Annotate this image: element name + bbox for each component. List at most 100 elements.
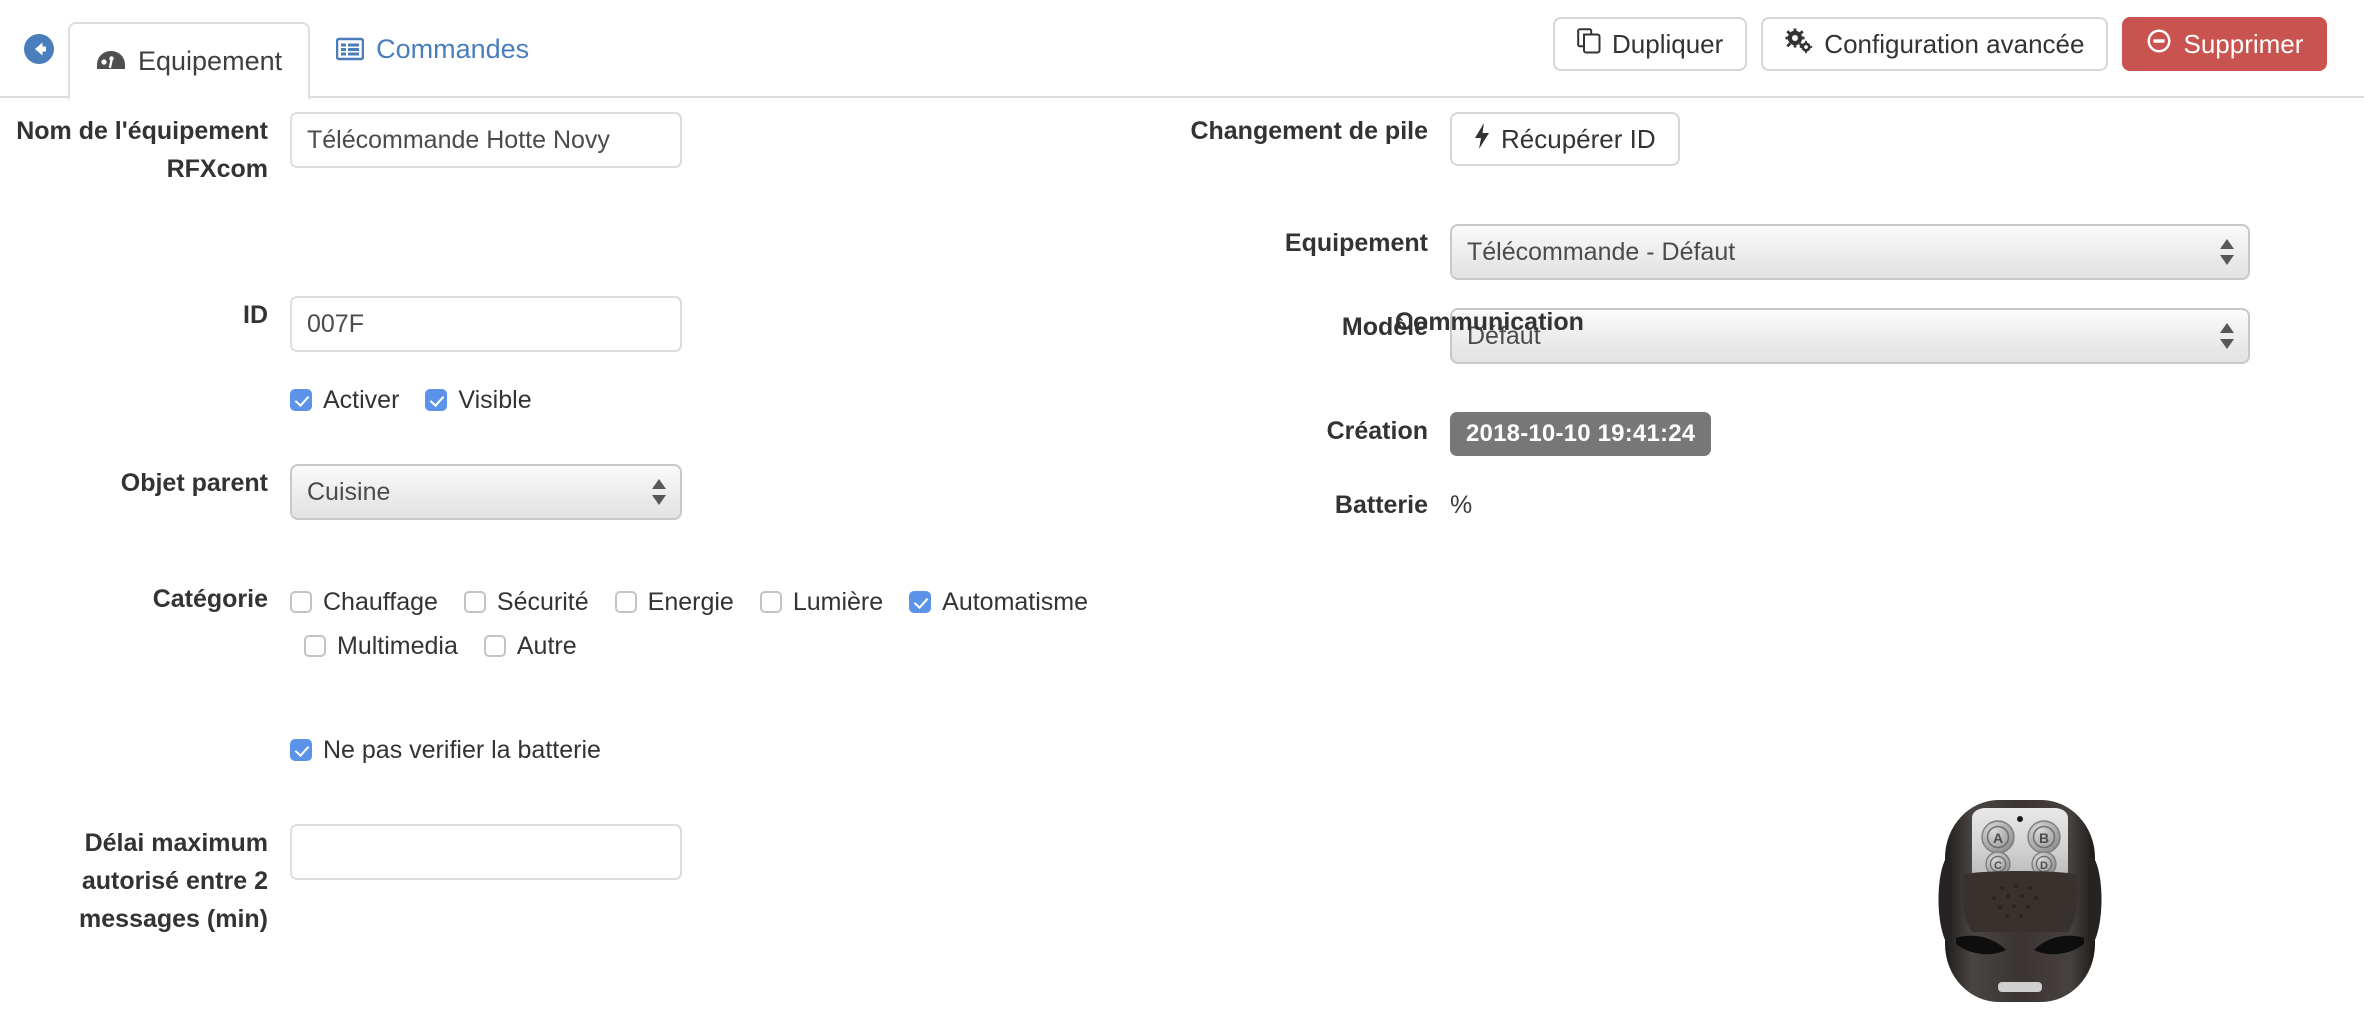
communication-label: Communication — [1395, 308, 1584, 336]
field-row-delay: Délai maximum autorisé entre 2 messages … — [0, 824, 1182, 938]
svg-text:B: B — [2039, 830, 2049, 846]
tab-commandes[interactable]: Commandes — [310, 0, 555, 98]
minus-circle-icon — [2146, 28, 2172, 61]
tab-equipement[interactable]: Equipement — [68, 22, 311, 100]
equipment-select[interactable]: Télécommande - Défaut — [1450, 224, 2250, 280]
category-label: Catégorie — [152, 585, 268, 613]
recover-id-button-label: Récupérer ID — [1501, 123, 1656, 154]
battery-value: % — [1450, 491, 1473, 519]
parent-label: Objet parent — [120, 469, 268, 497]
parent-select-value: Cuisine — [307, 477, 391, 506]
delete-button-label: Supprimer — [2183, 28, 2304, 59]
field-row-toggles: Activer Visible — [0, 378, 1182, 422]
chevron-updown-icon — [2219, 323, 2235, 349]
creation-date-badge: 2018-10-10 19:41:24 — [1450, 412, 1712, 456]
nobattery-checkbox[interactable] — [290, 739, 312, 761]
tab-bar: Equipement Commandes Dupliquer Configura… — [0, 0, 2364, 100]
tab-list: Equipement Commandes — [68, 0, 555, 100]
nobattery-checkbox-item[interactable]: Ne pas verifier la batterie — [290, 728, 601, 772]
equipment-select-value: Télécommande - Défaut — [1467, 237, 1736, 266]
field-row-id: ID — [0, 296, 1182, 352]
category-checkbox-automatisme[interactable] — [909, 591, 932, 613]
delete-button[interactable]: Supprimer — [2122, 17, 2328, 71]
advanced-config-button-label: Configuration avancée — [1824, 28, 2085, 59]
delay-input[interactable] — [290, 824, 682, 880]
activer-checkbox-item[interactable]: Activer — [290, 378, 399, 422]
cogs-icon — [1785, 28, 1813, 61]
activer-label: Activer — [323, 386, 400, 414]
field-row-nobattery: Ne pas verifier la batterie — [0, 728, 1182, 772]
tab-commandes-label: Commandes — [376, 33, 530, 64]
field-row-name: Nom de l'équipement RFXcom — [0, 112, 1182, 188]
name-label: Nom de l'équipement RFXcom — [16, 117, 268, 183]
category-checkbox-energie[interactable] — [614, 591, 637, 613]
category-checkbox-autre[interactable] — [483, 635, 506, 657]
field-row-equipment: Equipement Télécommande - Défaut — [1182, 224, 2364, 280]
field-row-battery: Batterie % — [1182, 486, 2364, 524]
duplicate-button[interactable]: Dupliquer — [1553, 17, 1748, 71]
category-label-automatisme: Automatisme — [942, 588, 1089, 616]
remote-control-keyfob-image: A B C D — [1930, 796, 2110, 1006]
category-label-energie: Energie — [647, 588, 734, 616]
nobattery-label-spacer — [0, 728, 290, 766]
equipment-form: Nom de l'équipement RFXcom ID Activer Vi… — [0, 98, 2364, 1002]
back-button[interactable] — [22, 32, 56, 66]
category-checkbox-multimedia[interactable] — [304, 635, 326, 657]
visible-label: Visible — [458, 386, 532, 414]
category-item-chauffage[interactable]: Chauffage — [290, 580, 438, 624]
field-row-parent: Objet parent Cuisine — [0, 464, 1182, 520]
creation-label: Création — [1326, 417, 1428, 445]
category-checkbox-chauffage[interactable] — [290, 591, 312, 613]
category-item-automatisme[interactable]: Automatisme — [909, 580, 1088, 624]
category-checkbox-securite[interactable] — [463, 591, 486, 613]
category-item-lumiere[interactable]: Lumière — [759, 580, 884, 624]
nobattery-label: Ne pas verifier la batterie — [323, 736, 601, 764]
chevron-updown-icon — [651, 479, 667, 505]
toggles-group: Activer Visible — [290, 378, 1182, 422]
svg-text:C: C — [1994, 860, 2002, 872]
field-row-category: Catégorie Chauffage Sécurité Energie Lum… — [0, 580, 1182, 668]
bolt-icon — [1474, 122, 1490, 156]
parent-select[interactable]: Cuisine — [290, 464, 682, 520]
svg-text:D: D — [2040, 860, 2048, 872]
category-item-energie[interactable]: Energie — [614, 580, 734, 624]
id-input[interactable] — [290, 296, 682, 352]
duplicate-button-label: Dupliquer — [1612, 28, 1724, 59]
category-group: Chauffage Sécurité Energie Lumière Autom… — [290, 580, 1182, 668]
category-label-lumiere: Lumière — [792, 588, 884, 616]
svg-text:A: A — [1993, 830, 2003, 846]
field-row-battery-change: Changement de pile Récupérer ID — [1182, 112, 2364, 166]
circle-arrow-left-icon — [24, 34, 54, 64]
toolbar-actions: Dupliquer Configuration avancée Supprime… — [1553, 17, 2328, 71]
id-label: ID — [243, 301, 268, 329]
form-column-left: Nom de l'équipement RFXcom ID Activer Vi… — [0, 98, 1182, 933]
list-alt-icon — [336, 37, 365, 61]
toggles-label-spacer — [0, 378, 290, 416]
chevron-updown-icon — [2219, 239, 2235, 265]
nobattery-group: Ne pas verifier la batterie — [290, 728, 1182, 772]
category-checkbox-lumiere[interactable] — [759, 591, 782, 613]
category-item-multimedia[interactable]: Multimedia — [304, 624, 458, 668]
category-label-multimedia: Multimedia — [337, 632, 458, 660]
category-label-autre: Autre — [516, 632, 577, 660]
battery-change-label: Changement de pile — [1190, 117, 1428, 145]
field-row-model: Modèle Défaut — [1182, 308, 2364, 364]
category-item-autre[interactable]: Autre — [483, 624, 577, 668]
form-column-right: Changement de pile Récupérer ID Equipeme… — [1182, 98, 2364, 519]
category-label-securite: Sécurité — [496, 588, 589, 616]
field-row-creation: Création 2018-10-10 19:41:24 — [1182, 412, 2364, 456]
delay-label: Délai maximum autorisé entre 2 messages … — [79, 829, 268, 933]
dashboard-icon — [96, 49, 126, 73]
copy-icon — [1577, 27, 1601, 61]
recover-id-button[interactable]: Récupérer ID — [1450, 112, 1680, 166]
category-item-securite[interactable]: Sécurité — [463, 580, 589, 624]
visible-checkbox-item[interactable]: Visible — [425, 378, 532, 422]
name-input[interactable] — [290, 112, 682, 168]
equipment-label: Equipement — [1284, 229, 1428, 257]
category-label-chauffage: Chauffage — [323, 588, 438, 616]
visible-checkbox[interactable] — [425, 389, 448, 411]
tab-equipement-label: Equipement — [138, 45, 283, 76]
advanced-config-button[interactable]: Configuration avancée — [1761, 17, 2109, 71]
battery-label: Batterie — [1334, 491, 1428, 519]
activer-checkbox[interactable] — [290, 389, 312, 411]
